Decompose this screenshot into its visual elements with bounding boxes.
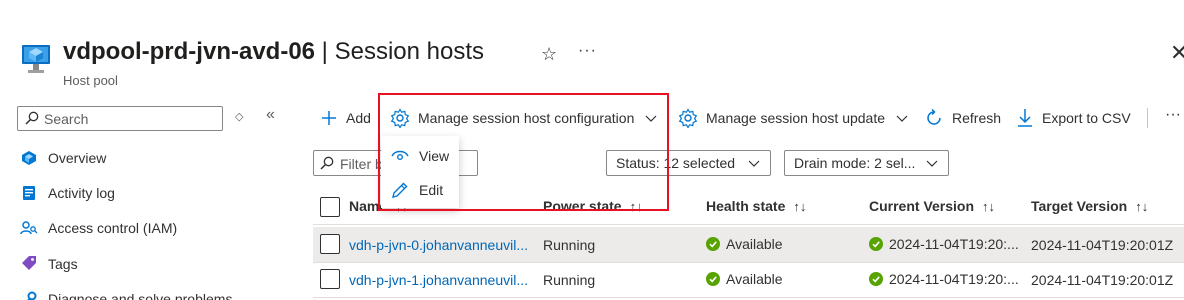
- power-state: Running: [543, 272, 596, 288]
- header-more-icon[interactable]: ···: [578, 42, 597, 60]
- check-circle-icon: [869, 272, 883, 286]
- sidebar-item-label: Diagnose and solve problems: [48, 291, 233, 300]
- session-host-name-link[interactable]: vdh-p-jvn-1.johanvanneuvil...: [349, 272, 535, 288]
- manage-update-label: Manage session host update: [706, 110, 886, 126]
- search-icon: [25, 111, 39, 125]
- sidebar-item-access-control[interactable]: Access control (IAM): [20, 215, 290, 241]
- chevron-down-icon: [896, 115, 908, 122]
- current-version-label: 2024-11-04T19:20:...: [889, 271, 1019, 287]
- gear-icon: [678, 108, 698, 128]
- row-checkbox[interactable]: [320, 269, 340, 289]
- sidebar-item-activity-log[interactable]: Activity log: [20, 180, 290, 206]
- current-version: 2024-11-04T19:20:...: [869, 236, 1019, 252]
- current-version: 2024-11-04T19:20:...: [869, 271, 1019, 287]
- column-label: Current Version: [869, 198, 975, 214]
- host-pool-icon: [21, 42, 51, 76]
- sidebar-search[interactable]: [17, 106, 223, 131]
- select-all-checkbox[interactable]: [320, 197, 340, 217]
- export-csv-button[interactable]: Export to CSV: [1016, 106, 1131, 130]
- health-state: Available: [706, 236, 783, 252]
- sidebar-item-label: Activity log: [48, 185, 115, 201]
- sidebar-search-input[interactable]: [44, 110, 214, 128]
- column-label: Target Version: [1031, 198, 1128, 214]
- column-header-current-version[interactable]: Current Version ↑↓: [869, 198, 995, 214]
- sidebar-item-tags[interactable]: Tags: [20, 251, 290, 277]
- page-name: Session hosts: [334, 38, 485, 65]
- sidebar-options-icon[interactable]: ◇: [235, 110, 243, 123]
- page-subtitle: Host pool: [63, 73, 118, 88]
- add-button[interactable]: Add: [320, 106, 371, 130]
- refresh-icon: [927, 108, 941, 125]
- add-label: Add: [346, 110, 371, 126]
- target-version: 2024-11-04T19:20:01Z: [1031, 272, 1174, 288]
- sidebar-item-label: Access control (IAM): [48, 220, 178, 236]
- sidebar-item-label: Tags: [48, 256, 78, 272]
- collapse-sidebar-icon[interactable]: «: [266, 106, 275, 124]
- download-icon: [1018, 109, 1032, 127]
- export-label: Export to CSV: [1042, 110, 1131, 126]
- sidebar-item-overview[interactable]: Overview: [20, 145, 290, 171]
- favorite-star-icon[interactable]: ☆: [541, 44, 557, 65]
- check-circle-icon: [706, 272, 720, 286]
- drain-mode-filter[interactable]: Drain mode: 2 sel...: [784, 150, 949, 176]
- sort-icon: ↑↓: [793, 198, 807, 214]
- table-header-divider: [313, 224, 1184, 225]
- health-state: Available: [706, 271, 783, 287]
- column-header-target-version[interactable]: Target Version ↑↓: [1031, 198, 1148, 214]
- target-version: 2024-11-04T19:20:01Z: [1031, 237, 1174, 253]
- resource-name: vdpool-prd-jvn-avd-06: [63, 38, 316, 65]
- column-header-health-state[interactable]: Health state ↑↓: [706, 198, 806, 214]
- chevron-down-icon: [926, 160, 938, 167]
- highlight-annotation: [378, 93, 669, 211]
- tag-icon: [20, 255, 38, 273]
- refresh-label: Refresh: [952, 110, 1002, 126]
- drain-filter-label: Drain mode: 2 sel...: [794, 155, 916, 171]
- row-checkbox[interactable]: [320, 234, 340, 254]
- check-circle-icon: [706, 237, 720, 251]
- manage-session-host-update-button[interactable]: Manage session host update: [678, 106, 909, 130]
- plus-icon: [322, 111, 336, 125]
- session-host-name-link[interactable]: vdh-p-jvn-0.johanvanneuvil...: [349, 237, 535, 253]
- close-icon[interactable]: ✕: [1170, 40, 1184, 66]
- sidebar-item-label: Overview: [48, 150, 107, 166]
- refresh-button[interactable]: Refresh: [924, 106, 1001, 130]
- wrench-icon: [20, 290, 38, 300]
- health-state-label: Available: [726, 271, 783, 287]
- current-version-label: 2024-11-04T19:20:...: [889, 236, 1019, 252]
- page-title: vdpool-prd-jvn-avd-06 | Session hosts: [63, 38, 484, 66]
- toolbar-divider: [1147, 108, 1148, 128]
- check-circle-icon: [869, 237, 883, 251]
- row-divider: [313, 297, 1184, 298]
- column-label: Health state: [706, 198, 786, 214]
- activity-log-icon: [20, 184, 38, 202]
- overview-icon: [20, 149, 38, 167]
- access-control-icon: [20, 219, 38, 237]
- power-state: Running: [543, 237, 596, 253]
- title-separator: |: [315, 38, 335, 65]
- chevron-down-icon: [748, 160, 760, 167]
- health-state-label: Available: [726, 236, 783, 252]
- sort-icon: ↑↓: [982, 198, 996, 214]
- toolbar-more-icon[interactable]: ···: [1165, 106, 1181, 124]
- sort-icon: ↑↓: [1135, 198, 1149, 214]
- search-icon: [320, 156, 334, 170]
- sidebar-item-diagnose[interactable]: Diagnose and solve problems: [20, 286, 290, 300]
